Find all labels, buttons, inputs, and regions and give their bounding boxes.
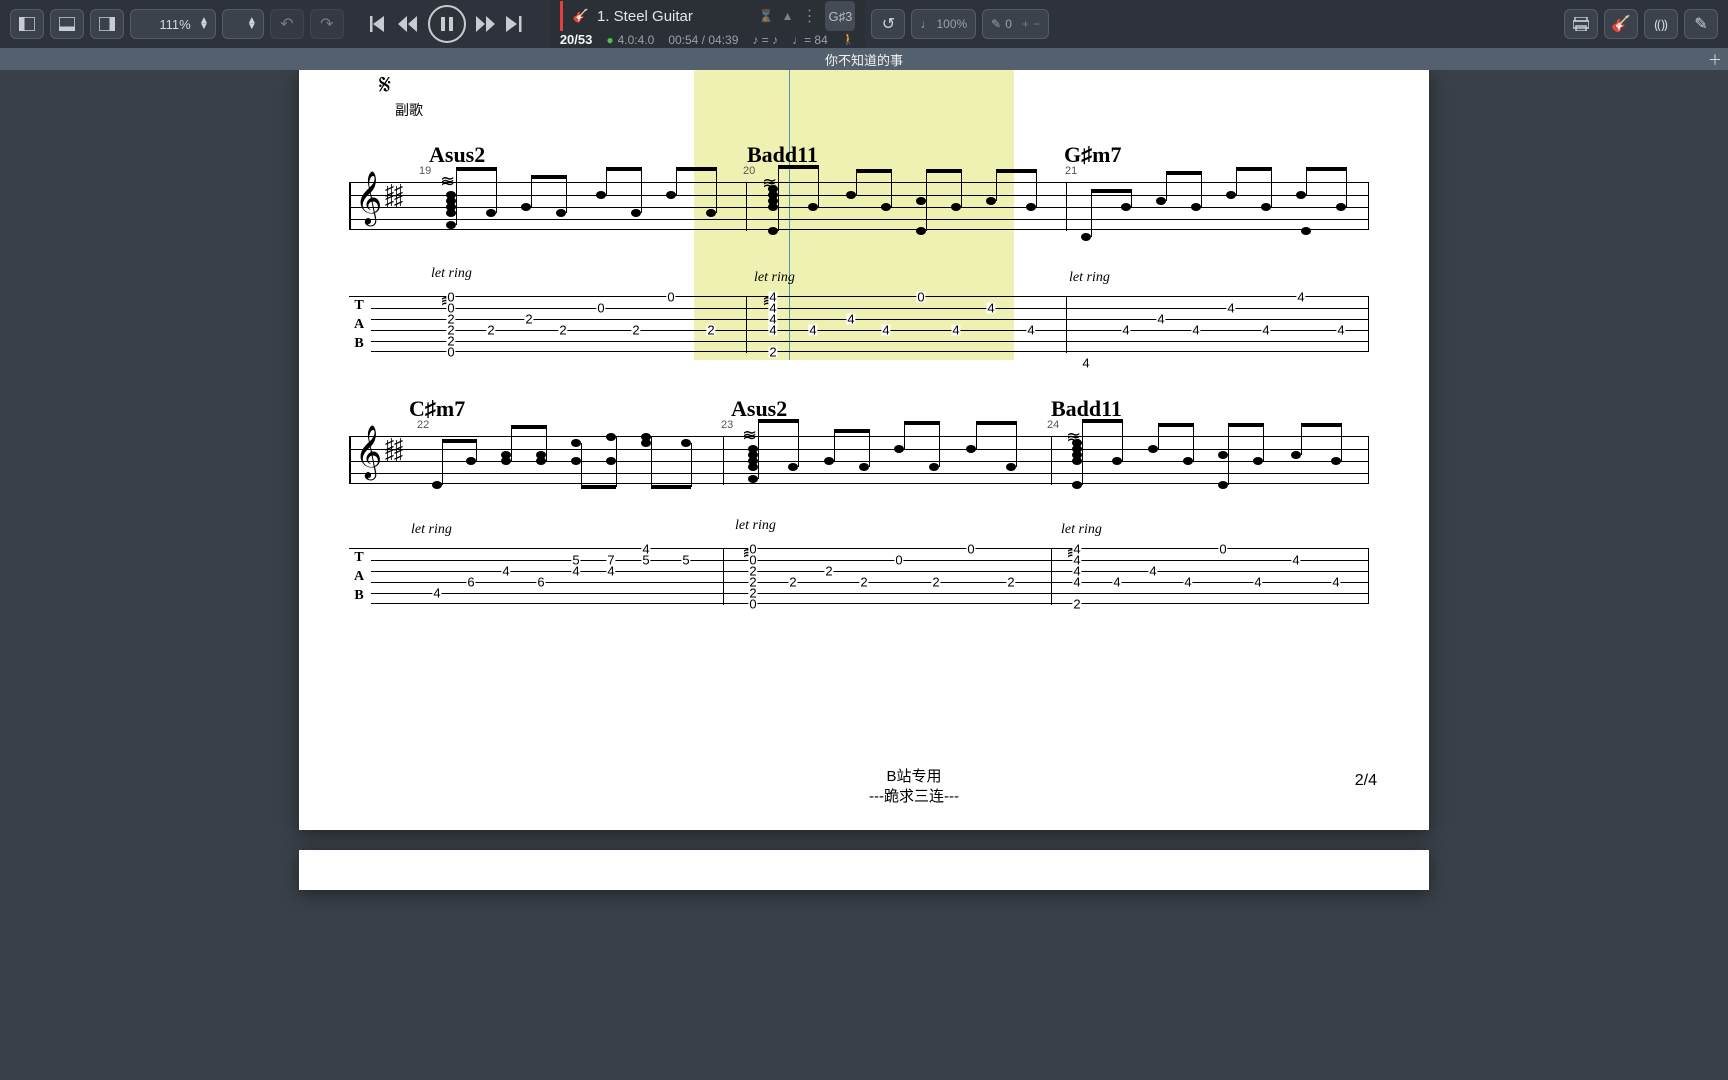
system-2: C♯m7 Asus2 Badd11 𝄞 ♯♯♯♯ 22 23 24 (349, 392, 1379, 672)
tuning-fork-icon: ✎ (991, 17, 1001, 31)
speed-value: 100% (936, 17, 967, 31)
chord-label: Asus2 (429, 142, 485, 168)
pause-button[interactable] (428, 5, 466, 43)
transport-controls (370, 5, 524, 43)
zoom-control[interactable]: 111% ▲▼ (130, 9, 216, 39)
chevron-updown-icon: ▲▼ (199, 18, 209, 30)
zoom-value: 111% (155, 17, 195, 32)
rewind-icon[interactable] (398, 16, 418, 32)
edit-button[interactable]: ✎ (1684, 9, 1718, 39)
bar-number: 20 (743, 165, 755, 177)
share-button[interactable]: ⸨⸩ (1644, 9, 1678, 39)
grid-icon (229, 17, 243, 31)
skip-start-icon[interactable] (370, 16, 388, 32)
let-ring-text: let ring (735, 518, 782, 534)
bar-position: 20/53 (560, 32, 593, 47)
key-indicator[interactable]: G♯3 (825, 1, 855, 31)
minus-icon[interactable]: − (1033, 17, 1040, 31)
bar-number: 23 (721, 419, 733, 431)
track-info-panel: 🎸 1. Steel Guitar ⌛ ▲ ⋮ G♯3 20/53 4.0:4.… (550, 0, 866, 49)
treble-clef: 𝄞 (355, 171, 382, 226)
tab-clef: TAB (347, 549, 371, 605)
let-ring-text: let ring (411, 522, 458, 538)
standard-staff: 𝄞 ♯♯♯♯ 19 20 21 ≀≀≀ (349, 182, 1369, 230)
score-page-next (299, 850, 1429, 890)
search-icon (137, 17, 151, 31)
panel-full-toggle[interactable] (50, 9, 84, 39)
person-icon: 🚶 (842, 33, 856, 46)
standard-staff: 𝄞 ♯♯♯♯ 22 23 24 (349, 436, 1369, 484)
tuner-value: 0 (1005, 17, 1012, 31)
beat-position: 4.0:4.0 (606, 33, 654, 47)
transpose-control[interactable]: ✎ 0 + − (982, 9, 1049, 39)
footer-text-1: B站专用 (349, 765, 1479, 786)
bar-number: 19 (419, 165, 431, 177)
track-name[interactable]: 1. Steel Guitar (597, 8, 693, 25)
printer-icon (1573, 17, 1589, 31)
swing-indicator: ♪ = ♪ (752, 33, 778, 47)
speed-control[interactable]: ♩ 100% (911, 9, 976, 39)
tab-clef: TAB (347, 297, 371, 353)
key-signature: ♯♯♯♯ (385, 187, 403, 205)
bar-number: 22 (417, 419, 429, 431)
tab-staff: TAB 4 6 4 6 54 74 45 5 ≀≀≀ 002220 2 2 2 … (349, 548, 1369, 604)
guitar-icon: 🎸 (573, 8, 589, 24)
let-ring-text: let ring (1069, 270, 1116, 286)
wifi-icon: ⸨⸩ (1654, 15, 1667, 33)
note-icon: ♩ (920, 17, 932, 31)
panel-right-toggle[interactable] (90, 9, 124, 39)
let-ring-text: let ring (431, 266, 478, 282)
let-ring-text: let ring (1061, 522, 1108, 538)
layout-mode[interactable]: ▲▼ (222, 9, 264, 39)
print-button[interactable] (1564, 9, 1598, 39)
undo-button[interactable]: ↶ (270, 9, 304, 39)
main-toolbar: 111% ▲▼ ▲▼ ↶ ↷ 🎸 1. Steel Guitar ⌛ ▲ ⋮ G… (0, 0, 1728, 48)
panel-left-toggle[interactable] (10, 9, 44, 39)
tab-staff: TAB ≀≀≀ 002220 2 2 2 0 2 0 2 ≀≀≀ 44442 4… (349, 296, 1369, 352)
system-1: Asus2 Badd11 G♯m7 𝄞 ♯♯♯♯ 19 20 21 ≀≀≀ (349, 90, 1379, 370)
footer-text-2: ---跪求三连--- (349, 785, 1479, 806)
redo-button[interactable]: ↷ (310, 9, 344, 39)
plus-icon[interactable]: + (1022, 17, 1029, 31)
fast-forward-icon[interactable] (476, 16, 496, 32)
more-icon[interactable]: ⋮ (801, 6, 817, 26)
bar-number: 21 (1065, 165, 1077, 177)
score-viewport[interactable]: 𝄋 副歌 Asus2 Badd11 G♯m7 𝄞 ♯♯♯♯ 19 20 21 ≀… (0, 70, 1728, 1080)
fretboard-button[interactable]: 🎸 (1604, 9, 1638, 39)
time-position: 00:54 / 04:39 (668, 33, 738, 47)
treble-clef: 𝄞 (355, 425, 382, 480)
add-tab-button[interactable]: ＋ (1708, 50, 1722, 70)
pencil-icon: ✎ (1694, 14, 1707, 34)
chevron-updown-icon: ▲▼ (247, 18, 257, 30)
bar-number: 24 (1047, 419, 1059, 431)
track-color-swatch (560, 1, 563, 31)
song-tab[interactable]: 你不知道的事 (825, 50, 903, 69)
skip-end-icon[interactable] (506, 16, 524, 32)
let-ring-text: let ring (754, 270, 801, 286)
page-number: 2/4 (1355, 772, 1377, 790)
hourglass-icon[interactable]: ⌛ (759, 9, 774, 23)
score-page: 𝄋 副歌 Asus2 Badd11 G♯m7 𝄞 ♯♯♯♯ 19 20 21 ≀… (299, 70, 1429, 830)
key-signature: ♯♯♯♯ (385, 441, 403, 459)
song-tabs-bar: 你不知道的事 ＋ (0, 48, 1728, 70)
metronome-icon[interactable]: ▲ (782, 9, 794, 23)
tempo-bpm: ♩= 84 (792, 33, 828, 47)
guitar-neck-icon: 🎸 (1611, 14, 1631, 34)
loop-button[interactable]: ↺ (871, 9, 905, 39)
